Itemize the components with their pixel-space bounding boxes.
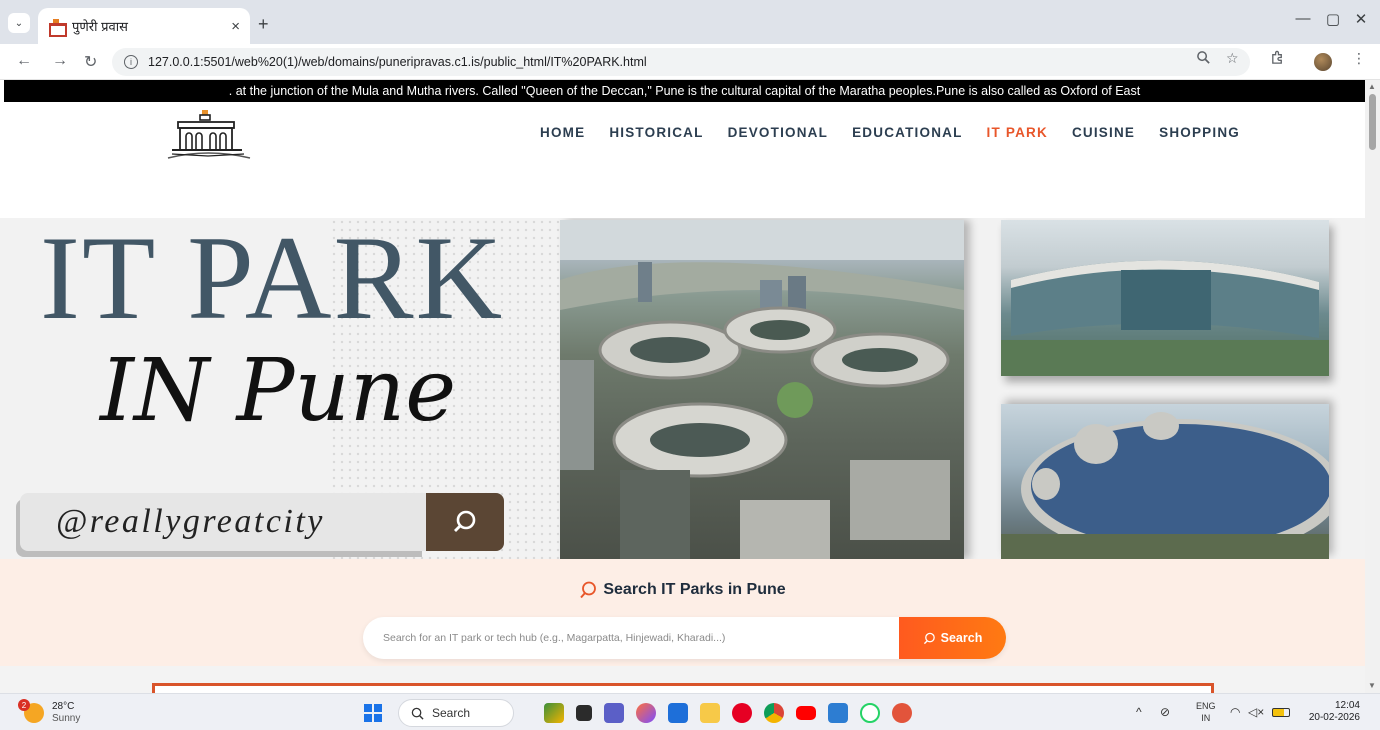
search-heading-text: Search IT Parks in Pune	[603, 581, 786, 598]
nav-educational[interactable]: EDUCATIONAL	[852, 125, 962, 140]
minimize-icon[interactable]: —	[1288, 10, 1318, 27]
widgets-icon[interactable]	[544, 703, 564, 723]
site-header: HOME HISTORICAL DEVOTIONAL EDUCATIONAL I…	[0, 102, 1365, 218]
bookmark-star-icon[interactable]: ☆	[1226, 50, 1239, 67]
it-park-aerial-photo	[560, 220, 964, 559]
search-button-icon	[923, 632, 935, 644]
hero-title: IT PARK	[40, 218, 505, 344]
handle-search-icon	[426, 493, 504, 551]
windows-taskbar: 2 28°C Sunny Search ^ ⊘ ENG IN ◠ ◁× 12:0…	[0, 693, 1380, 730]
social-handle: @reallygreatcity	[56, 503, 325, 540]
web-page: . at the junction of the Mula and Mutha …	[0, 80, 1365, 693]
reload-icon[interactable]: ↻	[84, 52, 97, 72]
taskbar-search-box[interactable]: Search	[398, 699, 514, 727]
browser-tab[interactable]: पुणेरी प्रवास ×	[38, 8, 250, 44]
nav-shopping[interactable]: SHOPPING	[1159, 125, 1240, 140]
browser-tabstrip: ⌄ पुणेरी प्रवास × + — ▢ ✕	[0, 0, 1380, 44]
search-button-label: Search	[940, 631, 983, 645]
taskbar-search-icon	[411, 707, 424, 720]
it-park-search-bar: Search	[363, 617, 1006, 659]
extensions-icon[interactable]	[1270, 50, 1285, 68]
battery-icon[interactable]	[1272, 708, 1290, 717]
nav-historical[interactable]: HISTORICAL	[609, 125, 703, 140]
page-scrollbar[interactable]: ▲ ▼	[1365, 80, 1380, 693]
weather-badge: 2	[18, 699, 30, 711]
window-close-icon[interactable]: ✕	[1346, 10, 1376, 28]
it-park-search-input[interactable]	[363, 617, 899, 659]
weather-widget[interactable]: 2 28°C Sunny	[18, 699, 81, 725]
social-handle-box: @reallygreatcity	[20, 493, 426, 551]
profile-avatar[interactable]	[1314, 53, 1332, 71]
zoom-icon[interactable]	[1196, 50, 1211, 68]
restore-icon[interactable]: ▢	[1318, 10, 1348, 28]
address-bar[interactable]: i 127.0.0.1:5501/web%20(1)/web/domains/p…	[112, 48, 1250, 76]
taskbar-search-label: Search	[432, 706, 471, 720]
new-tab-icon[interactable]: +	[258, 14, 269, 35]
results-card	[152, 683, 1214, 693]
copilot-icon[interactable]	[636, 703, 656, 723]
browser-toolbar: ← → ↻ i 127.0.0.1:5501/web%20(1)/web/dom…	[0, 44, 1380, 80]
it-building-photo-top	[1001, 220, 1329, 376]
system-clock[interactable]: 12:04 20-02-2026	[1300, 700, 1360, 724]
volume-icon[interactable]: ◁×	[1248, 705, 1264, 719]
it-building-photo-bottom	[1001, 404, 1329, 559]
language-indicator[interactable]: ENG IN	[1196, 700, 1216, 724]
main-navigation: HOME HISTORICAL DEVOTIONAL EDUCATIONAL I…	[540, 125, 1264, 140]
site-favicon-icon	[48, 19, 67, 37]
marquee-ticker: . at the junction of the Mula and Mutha …	[4, 80, 1365, 102]
task-view-icon[interactable]	[576, 705, 592, 721]
sun-icon: 2	[18, 699, 44, 723]
scroll-thumb[interactable]	[1369, 94, 1376, 150]
nav-devotional[interactable]: DEVOTIONAL	[728, 125, 829, 140]
whatsapp-icon[interactable]	[860, 703, 880, 723]
site-logo-icon[interactable]	[162, 110, 254, 164]
pinterest-icon[interactable]	[732, 703, 752, 723]
search-heading: Search IT Parks in Pune	[0, 581, 1365, 599]
store-icon[interactable]	[668, 703, 688, 723]
url-text[interactable]: 127.0.0.1:5501/web%20(1)/web/domains/pun…	[148, 55, 647, 69]
nav-it-park[interactable]: IT PARK	[987, 125, 1048, 140]
more-menu-icon[interactable]: ⋮	[1352, 50, 1366, 67]
search-button[interactable]: Search	[899, 617, 1006, 659]
wifi-icon[interactable]: ◠	[1230, 705, 1240, 719]
weather-condition: Sunny	[52, 713, 81, 724]
forward-arrow-icon[interactable]: →	[52, 52, 68, 70]
nav-home[interactable]: HOME	[540, 125, 585, 140]
clock-date: 20-02-2026	[1308, 712, 1360, 723]
tray-chevron-icon[interactable]: ^	[1136, 705, 1142, 719]
scroll-up-icon[interactable]: ▲	[1368, 82, 1376, 91]
tab-search-chevron-icon[interactable]: ⌄	[8, 13, 30, 33]
hero-banner: IT PARK IN Pune @reallygreatcity	[0, 218, 1365, 559]
back-arrow-icon[interactable]: ←	[16, 52, 32, 70]
tray-location-icon[interactable]: ⊘	[1160, 705, 1170, 719]
teams-icon[interactable]	[604, 703, 624, 723]
search-icon	[580, 581, 597, 599]
windows-start-icon[interactable]	[364, 704, 382, 722]
tab-title: पुणेरी प्रवास	[72, 19, 128, 34]
app-icon[interactable]	[892, 703, 912, 723]
tab-close-icon[interactable]: ×	[231, 18, 240, 35]
clock-time: 12:04	[1334, 700, 1360, 711]
nav-cuisine[interactable]: CUISINE	[1072, 125, 1135, 140]
site-info-icon[interactable]: i	[124, 55, 138, 69]
weather-temperature: 28°C	[52, 701, 75, 712]
youtube-icon[interactable]	[796, 706, 816, 720]
file-explorer-icon[interactable]	[700, 703, 720, 723]
hero-script-subtitle: IN Pune	[100, 341, 457, 441]
scroll-down-icon[interactable]: ▼	[1368, 681, 1376, 690]
search-section: Search IT Parks in Pune Search	[0, 559, 1365, 666]
vscode-icon[interactable]	[828, 703, 848, 723]
chrome-icon[interactable]	[764, 703, 784, 723]
